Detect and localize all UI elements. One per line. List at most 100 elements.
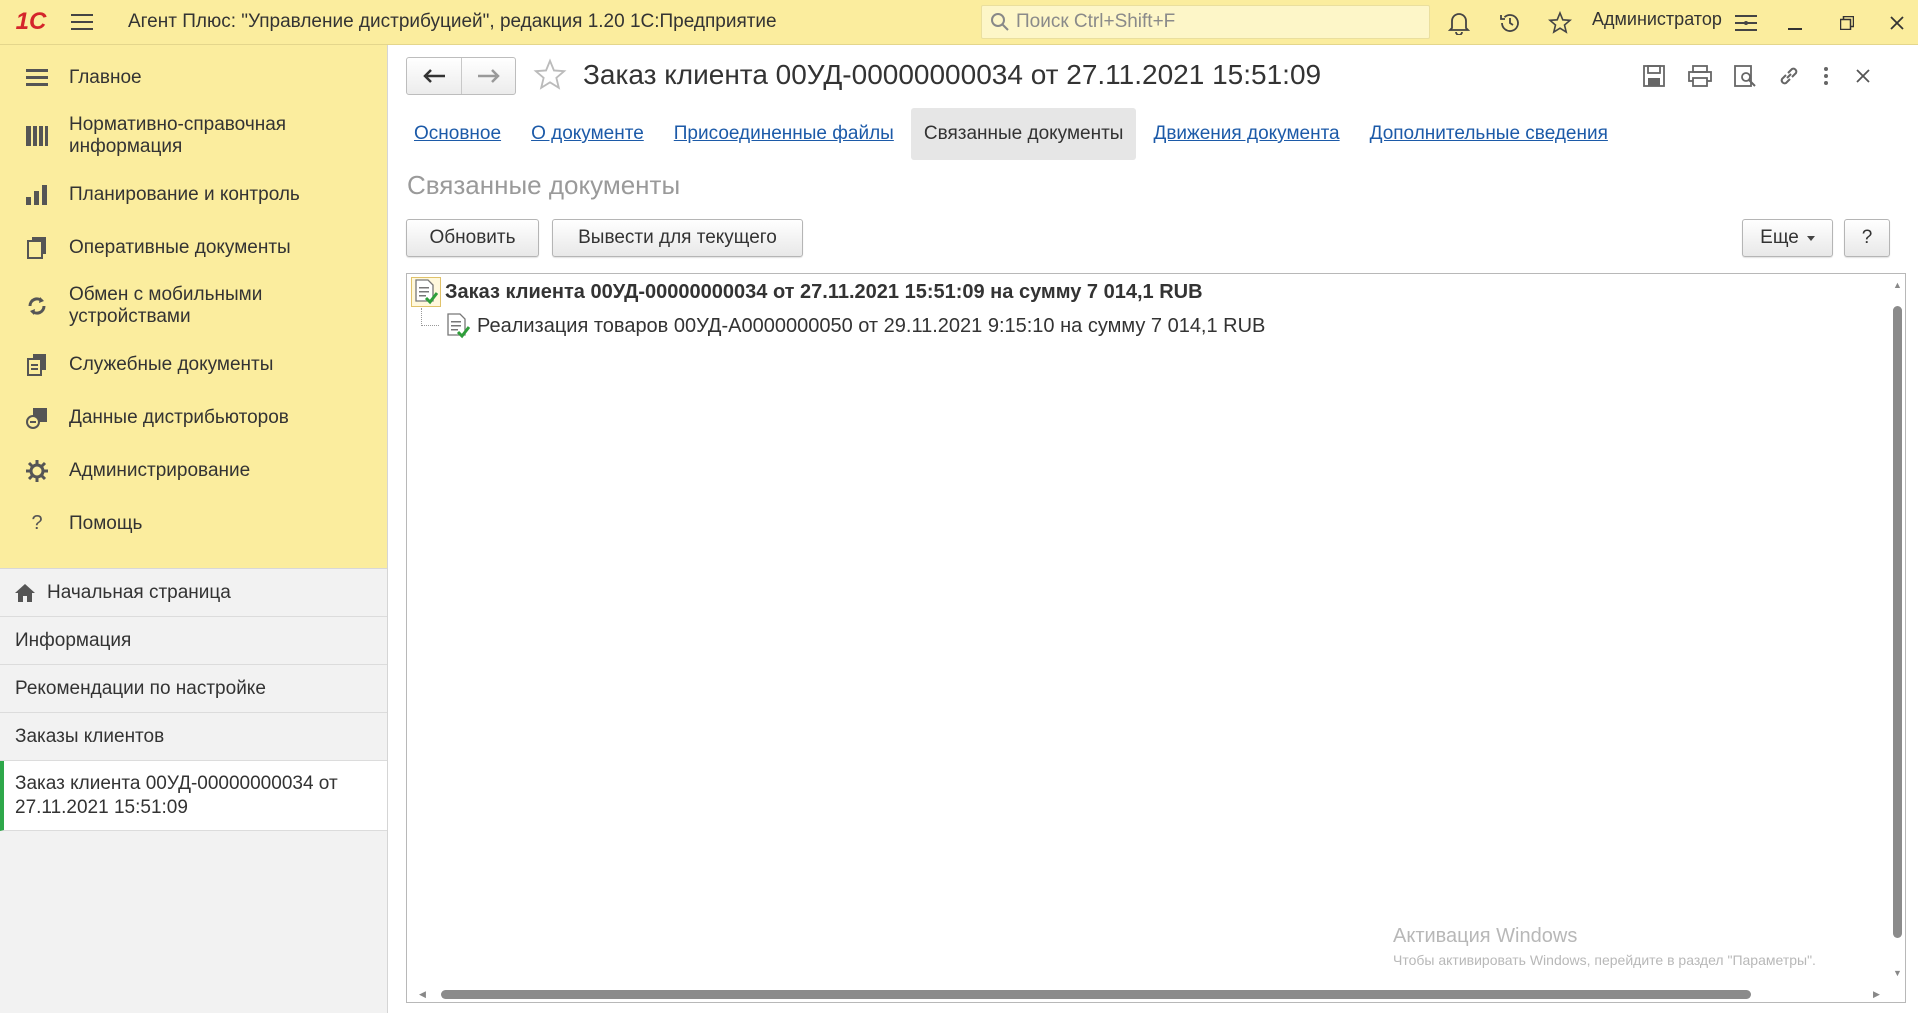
documents-icon [24, 235, 50, 261]
help-button[interactable]: ? [1844, 219, 1890, 257]
question-icon: ? [31, 512, 43, 534]
section-service-docs[interactable]: Служебные документы [0, 338, 387, 391]
section-help[interactable]: ? Помощь [0, 497, 387, 550]
user-name[interactable]: Администратор [1592, 9, 1722, 30]
section-label: Нормативно-справочная информация [69, 114, 287, 157]
bar-chart-icon [24, 182, 50, 208]
open-window-label: Рекомендации по настройке [15, 677, 266, 699]
gear-icon [24, 458, 50, 484]
app-title: Агент Плюс: "Управление дистрибуцией", р… [128, 11, 777, 32]
open-window-info[interactable]: Информация [0, 617, 387, 665]
show-for-current-button[interactable]: Вывести для текущего [552, 219, 803, 257]
watermark-line1: Активация Windows [1393, 925, 1578, 947]
tree-row-root[interactable]: Заказ клиента 00УД-00000000034 от 27.11.… [411, 277, 1203, 307]
scroll-up-arrow-icon[interactable]: ▲ [1893, 280, 1902, 290]
open-windows-list: Начальная страница Информация Рекомендац… [0, 568, 387, 831]
open-window-setup-recommendations[interactable]: Рекомендации по настройке [0, 665, 387, 713]
preview-button[interactable] [1729, 60, 1761, 92]
open-window-home[interactable]: Начальная страница [0, 569, 387, 617]
tab-about-document[interactable]: О документе [518, 108, 657, 160]
section-label: Планирование и контроль [69, 183, 300, 205]
service-docs-icon [24, 352, 50, 378]
posted-document-icon [443, 311, 473, 341]
section-planning[interactable]: Планирование и контроль [0, 168, 387, 221]
close-icon [1890, 16, 1904, 30]
close-form-button[interactable] [1847, 60, 1879, 92]
tree-connector [421, 308, 439, 326]
open-window-client-orders[interactable]: Заказы клиентов [0, 713, 387, 761]
section-main[interactable]: Главное [0, 51, 387, 104]
history-nav [406, 57, 516, 95]
notifications-button[interactable] [1442, 6, 1476, 40]
history-button[interactable] [1493, 6, 1527, 40]
settings-lines-icon [1735, 15, 1757, 31]
restore-icon [1840, 16, 1854, 30]
tab-additional-info[interactable]: Дополнительные сведения [1357, 108, 1621, 160]
arrow-right-icon [477, 69, 500, 83]
posted-document-icon [411, 277, 441, 307]
distributor-data-icon [24, 405, 50, 431]
sections-panel: Главное Нормативно-справочная информация… [0, 45, 387, 568]
history-icon [1500, 14, 1519, 32]
open-window-current-order[interactable]: Заказ клиента 00УД-00000000034 от 27.11.… [0, 761, 387, 831]
settings-menu-button[interactable] [1729, 6, 1763, 40]
close-icon [1856, 69, 1870, 83]
scroll-down-arrow-icon[interactable]: ▼ [1893, 968, 1902, 978]
print-button[interactable] [1684, 60, 1716, 92]
section-label: Обмен с мобильными устройствами [69, 284, 263, 327]
minimize-button[interactable] [1778, 6, 1812, 40]
favorites-button[interactable] [1543, 6, 1577, 40]
star-outline-icon [533, 58, 567, 90]
section-operational-docs[interactable]: Оперативные документы [0, 221, 387, 274]
tab-document-movements[interactable]: Движения документа [1140, 108, 1352, 160]
back-button[interactable] [407, 58, 461, 94]
preview-icon [1734, 65, 1756, 87]
section-distributor-data[interactable]: Данные дистрибьюторов [0, 391, 387, 444]
more-actions-button[interactable] [1810, 60, 1842, 92]
scroll-right-arrow-icon[interactable]: ▶ [1873, 989, 1880, 1000]
save-button[interactable] [1638, 60, 1670, 92]
section-mobile-exchange[interactable]: Обмен с мобильными устройствами [0, 274, 387, 338]
open-window-label: Начальная страница [47, 581, 231, 603]
add-to-favorites-button[interactable] [533, 58, 567, 97]
tab-attached-files[interactable]: Присоединенные файлы [661, 108, 907, 160]
scroll-left-arrow-icon[interactable]: ◀ [419, 989, 426, 1000]
open-window-label: Заказы клиентов [15, 725, 165, 747]
app-logo[interactable]: 1С [0, 0, 62, 45]
copy-link-button[interactable] [1773, 60, 1805, 92]
hamburger-icon [71, 14, 93, 30]
open-window-label: Заказ клиента 00УД-00000000034 от 27.11.… [15, 772, 338, 818]
horizontal-scrollbar[interactable]: ◀ ▶ [407, 986, 1905, 1002]
section-reference-info[interactable]: Нормативно-справочная информация [0, 104, 387, 168]
forward-button[interactable] [461, 58, 515, 94]
tab-related-documents[interactable]: Связанные документы [910, 108, 1137, 160]
section-administration[interactable]: Администрирование [0, 444, 387, 497]
tab-main[interactable]: Основное [401, 108, 514, 160]
home-icon [15, 583, 35, 602]
restore-button[interactable] [1830, 6, 1864, 40]
arrow-left-icon [423, 69, 445, 83]
close-window-button[interactable] [1880, 6, 1914, 40]
tree-row-child[interactable]: Реализация товаров 00УД-А0000000050 от 2… [443, 311, 1265, 341]
refresh-button[interactable]: Обновить [406, 219, 539, 257]
search-icon [991, 13, 1009, 31]
save-icon [1643, 65, 1665, 87]
section-title: Связанные документы [407, 170, 681, 200]
windows-activation-watermark: Активация Windows Чтобы активировать Win… [1393, 925, 1816, 968]
search-placeholder: Поиск Ctrl+Shift+F [1016, 11, 1176, 32]
related-documents-tree[interactable]: Заказ клиента 00УД-00000000034 от 27.11.… [406, 273, 1906, 1003]
document-form: Заказ клиента 00УД-00000000034 от 27.11.… [389, 45, 1918, 1013]
bell-icon [1448, 13, 1470, 35]
book-columns-icon [24, 123, 50, 149]
link-icon [1780, 67, 1798, 85]
search-input[interactable]: Поиск Ctrl+Shift+F [981, 5, 1430, 39]
more-button[interactable]: Еще [1742, 219, 1833, 257]
watermark-line2: Чтобы активировать Windows, перейдите в … [1393, 952, 1816, 968]
main-menu-button[interactable] [62, 0, 102, 45]
minimize-icon [1788, 28, 1802, 30]
vertical-scroll-thumb[interactable] [1893, 306, 1902, 938]
open-window-label: Информация [15, 629, 132, 651]
section-label: Оперативные документы [69, 236, 291, 258]
vertical-scrollbar[interactable]: ▲ ▼ [1889, 274, 1905, 1002]
horizontal-scroll-thumb[interactable] [441, 990, 1751, 999]
